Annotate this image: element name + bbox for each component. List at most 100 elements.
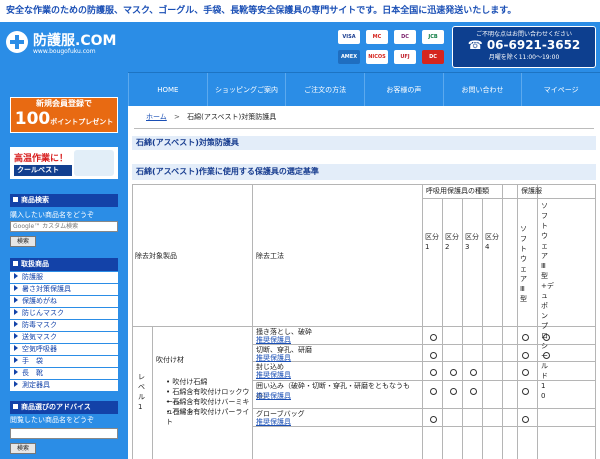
- nav-shopping-guide[interactable]: ショッピングご案内: [206, 73, 286, 106]
- triangle-right-icon: [14, 285, 18, 291]
- category-item[interactable]: 長 靴: [10, 368, 118, 379]
- amex-card-icon: AMEX: [338, 50, 360, 64]
- category-item[interactable]: 暑さ対策保護具: [10, 284, 118, 295]
- applicable-circle-icon: [522, 416, 529, 423]
- register-banner[interactable]: 新規会員登録で 100ポイントプレゼント: [10, 97, 118, 133]
- applicable-circle-icon: [522, 388, 529, 395]
- table-grid-line: [422, 184, 423, 459]
- search-button[interactable]: 検索: [10, 236, 36, 247]
- respirator-class-label: 区分3: [465, 233, 479, 251]
- triangle-right-icon: [14, 357, 18, 363]
- recommended-link[interactable]: 推奨保護具: [256, 370, 291, 380]
- phone-icon: ☎: [467, 38, 483, 52]
- category-item[interactable]: 防毒マスク: [10, 320, 118, 331]
- nav-contact[interactable]: お問い合わせ: [442, 73, 522, 106]
- category-item[interactable]: 保護めがね: [10, 296, 118, 307]
- jcb-card-icon: JCB: [422, 30, 444, 44]
- cool-vest-banner[interactable]: 高温作業に！ クールベスト: [10, 147, 118, 179]
- nav-mypage[interactable]: マイページ: [521, 73, 600, 106]
- applicable-circle-icon: [430, 369, 437, 376]
- contact-tel-number: 06-6921-3652: [486, 38, 581, 52]
- triangle-right-icon: [14, 273, 18, 279]
- applicable-circle-icon: [430, 416, 437, 423]
- applicable-circle-icon: [543, 352, 550, 359]
- square-bullet-icon: [13, 404, 18, 409]
- section-title: 石綿(アスベスト)作業に使用する保護具の選定基準: [132, 164, 596, 180]
- logo-url: www.bougofuku.com: [33, 48, 96, 55]
- search-heading: 商品検索: [10, 194, 118, 207]
- category-item[interactable]: 手 袋: [10, 356, 118, 367]
- category-item[interactable]: 空気呼吸器: [10, 344, 118, 355]
- categories-heading: 取扱商品: [10, 258, 118, 271]
- cross-logo-icon: [6, 31, 28, 53]
- contact-hours: 月曜を除く11:00～19:00: [488, 54, 560, 61]
- applicable-circle-icon: [430, 352, 437, 359]
- table-grid-line: [517, 184, 518, 459]
- applicable-circle-icon: [522, 352, 529, 359]
- breadcrumb-divider: [134, 128, 594, 129]
- category-item[interactable]: 測定器具: [10, 380, 118, 391]
- global-nav: HOME ショッピングご案内 ご注文の方法 お客様の声 お問い合わせ マイページ: [128, 72, 600, 106]
- table-grid-line: [537, 184, 538, 459]
- header-method: 除去工法: [256, 252, 284, 260]
- suit-type-label: ソフトウェアⅢ型: [520, 225, 527, 303]
- nav-order-method[interactable]: ご注文の方法: [285, 73, 364, 106]
- table-grid-line: [502, 184, 503, 459]
- payment-cards: VISA MC DC JCB AMEX NICOS UFJ DC: [338, 28, 450, 68]
- table-grid-line: [152, 326, 153, 459]
- table-grid-line: [252, 426, 596, 427]
- table-grid-line: [132, 184, 596, 185]
- nav-customer-voice[interactable]: お客様の声: [364, 73, 443, 106]
- suit-type-label: ソフトウェアⅢ型+デュポンプロシールド10: [541, 202, 554, 400]
- applicable-circle-icon: [522, 334, 529, 341]
- advice-search-button[interactable]: 検索: [10, 443, 36, 454]
- applicable-circle-icon: [430, 388, 437, 395]
- contact-box[interactable]: ご不明な点はお問い合わせください ☎ 06-6921-3652 月曜を除く11:…: [452, 26, 596, 68]
- site-tagline: 安全な作業のための防護服、マスク、ゴーグル、手袋、長靴等安全保護具の専門サイトで…: [0, 0, 600, 22]
- recommended-link[interactable]: 推奨保護具: [256, 335, 291, 345]
- table-grid-line: [132, 184, 133, 459]
- header-products: 除去対象製品: [135, 252, 177, 260]
- cool-vest-banner-line2: クールベスト: [14, 165, 72, 176]
- search-input[interactable]: Google™ カスタム検索: [10, 221, 118, 232]
- breadcrumb-current: 石綿(アスベスト)対策防護具: [187, 113, 277, 121]
- table-grid-line: [442, 198, 443, 459]
- table-grid-line: [422, 198, 595, 199]
- applicable-circle-icon: [470, 388, 477, 395]
- table-grid-line: [252, 184, 253, 459]
- applicable-circle-icon: [430, 334, 437, 341]
- cool-vest-banner-line1: 高温作業に！: [14, 154, 69, 164]
- product-group: 吹付け材: [156, 356, 184, 364]
- advice-heading: 商品選びのアドバイス: [10, 401, 118, 414]
- category-item[interactable]: 防護服: [10, 272, 118, 283]
- recommended-link[interactable]: 推奨保護具: [256, 391, 291, 401]
- respirator-class-label: 区分4: [485, 233, 499, 251]
- nav-home[interactable]: HOME: [128, 73, 207, 106]
- triangle-right-icon: [14, 297, 18, 303]
- ufj-card-icon: UFJ: [394, 50, 416, 64]
- breadcrumb-separator-icon: >: [174, 113, 180, 121]
- square-bullet-icon: [13, 261, 18, 266]
- table-grid-line: [482, 198, 483, 459]
- respirator-class-label: 区分1: [425, 233, 439, 251]
- category-item[interactable]: 送気マスク: [10, 332, 118, 343]
- triangle-right-icon: [14, 333, 18, 339]
- category-list: 防護服 暑さ対策保護具 保護めがね 防じんマスク 防毒マスク 送気マスク 空気呼…: [10, 272, 118, 392]
- dc-card-icon: DC: [422, 50, 444, 64]
- breadcrumb-home[interactable]: ホーム: [146, 113, 167, 121]
- table-grid-line: [595, 184, 596, 459]
- breadcrumb: ホーム > 石綿(アスベスト)対策防護具: [146, 112, 276, 122]
- category-item[interactable]: 防じんマスク: [10, 308, 118, 319]
- applicable-circle-icon: [450, 369, 457, 376]
- level-label: レベル1: [138, 373, 145, 411]
- triangle-right-icon: [14, 309, 18, 315]
- logo-title: 防護服.COM: [33, 33, 117, 49]
- advice-input[interactable]: [10, 428, 118, 439]
- triangle-right-icon: [14, 381, 18, 387]
- triangle-right-icon: [14, 345, 18, 351]
- recommended-link[interactable]: 推奨保護具: [256, 417, 291, 427]
- applicable-circle-icon: [470, 369, 477, 376]
- product-item: • 石綿含有吹付けパーライト: [166, 408, 250, 426]
- contact-caption: ご不明な点はお問い合わせください: [475, 31, 572, 38]
- header-respirator: 呼吸用保護具の種類: [426, 187, 489, 195]
